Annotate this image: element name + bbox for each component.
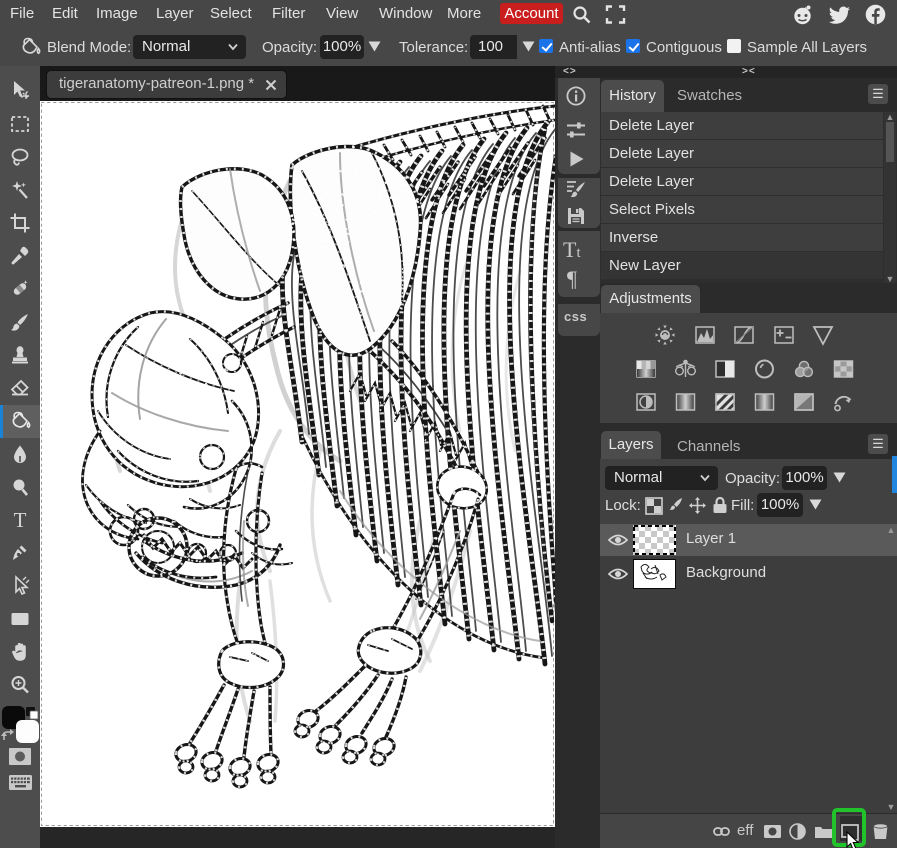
svg-text:T: T xyxy=(14,509,27,531)
